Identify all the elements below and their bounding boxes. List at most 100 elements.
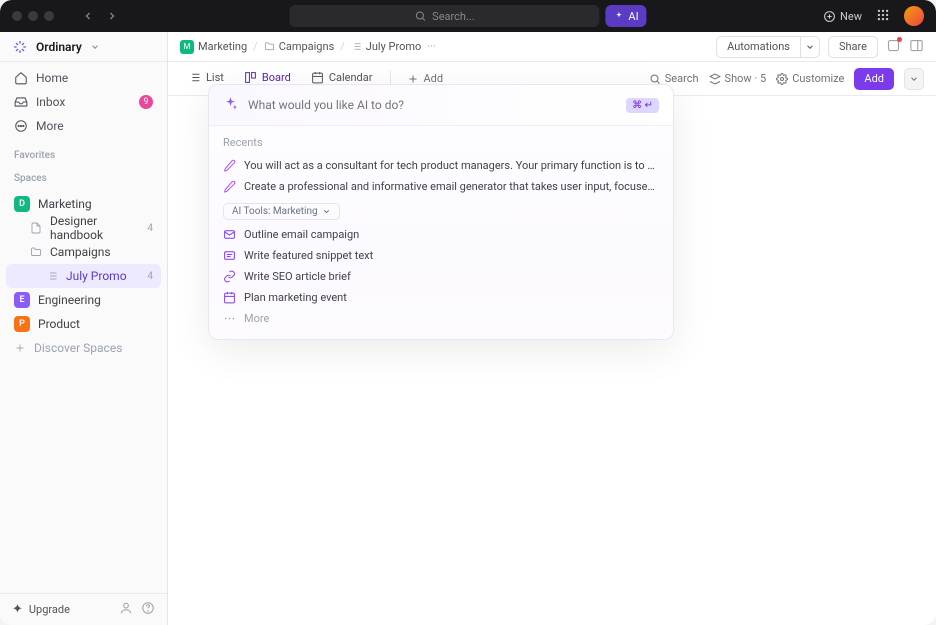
breadcrumb-sep: / [253,40,258,53]
ai-button[interactable]: AI [605,5,646,27]
product-label: Product [38,317,80,331]
campaigns-label: Campaigns [50,245,111,259]
share-button[interactable]: Share [828,36,878,58]
traffic-light-close[interactable] [12,11,22,21]
automations-button[interactable]: Automations [716,36,801,58]
calendar-icon [223,291,236,304]
discover-spaces[interactable]: Discover Spaces [6,336,161,360]
workspace-name: Ordinary [36,40,82,54]
workspace-switcher[interactable]: Ordinary [0,32,167,62]
ai-toolkit-selector[interactable]: AI Tools: Marketing [223,203,340,220]
new-button[interactable]: New [823,10,862,23]
chevron-down-icon [805,42,815,52]
home-icon [14,71,28,85]
view-customize-label: Customize [792,72,844,85]
plus-icon [14,342,26,354]
breadcrumb-campaigns[interactable]: Campaigns [264,40,335,53]
ai-tool-label: Plan marketing event [244,291,347,304]
ai-panel: ⌘ ↵ Recents You will act as a consultant… [208,84,674,340]
add-button-dropdown[interactable] [904,68,924,90]
notification-icon[interactable] [886,38,901,56]
upgrade-label: Upgrade [29,603,70,616]
automations-button-group: Automations [716,36,820,58]
plus-icon [407,73,419,85]
bc-marketing-label: Marketing [198,40,247,53]
breadcrumb-more[interactable]: ··· [427,40,436,53]
ai-recent-item[interactable]: You will act as a consultant for tech pr… [223,155,659,176]
view-board-label: Board [262,71,291,84]
ai-more-label: More [244,312,269,325]
view-list-label: List [206,71,224,84]
search-placeholder: Search... [432,10,475,23]
sidebar-inbox[interactable]: Inbox 9 [6,90,161,114]
july-promo-label: July Promo [66,269,127,283]
nav-back[interactable] [78,6,98,26]
apps-grid-icon[interactable] [876,7,890,26]
view-show-label: Show · 5 [725,72,767,85]
automations-dropdown[interactable] [801,36,820,58]
panel-toggle-icon[interactable] [909,38,924,56]
history-nav [78,6,122,26]
view-search-label: Search [665,72,699,85]
pencil-icon [223,180,236,193]
designer-handbook-count: 4 [147,223,153,234]
breadcrumb-sep: / [340,40,345,53]
traffic-light-max[interactable] [44,11,54,21]
dots-icon [223,312,236,325]
traffic-light-min[interactable] [28,11,38,21]
view-customize[interactable]: Customize [776,72,844,85]
list-icon [351,41,362,52]
ai-tool-item[interactable]: Outline email campaign [223,224,659,245]
favorites-heading: Favorites [0,142,167,165]
space-july-promo[interactable]: July Promo 4 [6,264,161,288]
add-button[interactable]: Add [854,68,894,90]
view-show[interactable]: Show · 5 [709,72,767,85]
snippet-icon [223,249,236,262]
space-product[interactable]: P Product [6,312,161,336]
ai-tool-item[interactable]: Plan marketing event [223,287,659,308]
sidebar-home[interactable]: Home [6,66,161,90]
more-icon [14,119,28,133]
ai-tool-label: Write featured snippet text [244,249,373,262]
window-controls [12,11,54,21]
link-icon [223,270,236,283]
user-icon[interactable] [119,600,133,619]
view-calendar-label: Calendar [329,71,373,84]
space-engineering[interactable]: E Engineering [6,288,161,312]
upgrade-button[interactable]: ✦ Upgrade [12,602,70,617]
breadcrumb-marketing[interactable]: M Marketing [180,40,247,54]
ai-prompt-input[interactable] [248,98,616,112]
spaces-heading: Spaces [0,165,167,188]
search-icon [649,73,661,85]
doc-icon [30,222,42,234]
july-promo-count: 4 [147,271,153,282]
nav-forward[interactable] [102,6,122,26]
ai-panel-body: Recents You will act as a consultant for… [209,125,673,339]
new-label: New [840,10,862,23]
designer-handbook-label: Designer handbook [50,214,139,242]
space-designer-handbook[interactable]: Designer handbook 4 [6,216,161,240]
ai-recent-item[interactable]: Create a professional and informative em… [223,176,659,197]
breadcrumb-july-promo[interactable]: July Promo [351,40,422,53]
chevron-down-icon [909,74,919,84]
ai-recent-text: You will act as a consultant for tech pr… [244,159,659,172]
space-campaigns[interactable]: Campaigns [6,240,161,264]
sidebar-home-label: Home [36,71,68,85]
content-area: M Marketing / Campaigns / July Promo ···… [168,32,936,625]
list-icon [188,71,201,84]
pencil-icon [223,159,236,172]
inbox-badge: 9 [139,95,153,109]
user-avatar[interactable] [904,6,924,26]
ai-tool-item[interactable]: Write featured snippet text [223,245,659,266]
sidebar-more[interactable]: More [6,114,161,138]
ai-recent-text: Create a professional and informative em… [244,180,659,193]
ai-more[interactable]: More [223,308,659,329]
help-icon[interactable] [141,600,155,619]
sparkle-icon [223,96,238,115]
ai-tool-item[interactable]: Write SEO article brief [223,266,659,287]
ai-toolkit-label: AI Tools: Marketing [232,206,318,217]
space-marketing[interactable]: D Marketing [6,192,161,216]
sparkle-icon [613,11,624,22]
calendar-icon [311,71,324,84]
search-input[interactable]: Search... [289,5,599,27]
